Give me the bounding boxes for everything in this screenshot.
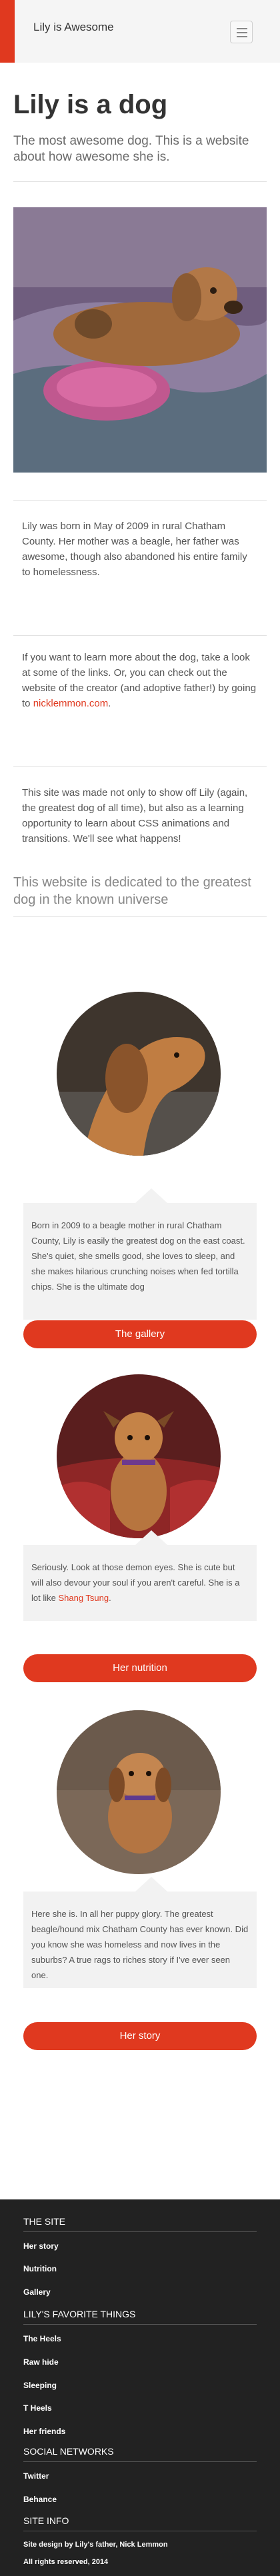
divider (13, 500, 267, 501)
dedication-heading: This website is dedicated to the greates… (13, 875, 251, 907)
dog-portrait-circle (57, 1374, 221, 1538)
shang-tsung-link[interactable]: Shang Tsung (58, 1593, 109, 1603)
info-card: Born in 2009 to a beagle mother in rural… (23, 1188, 257, 1320)
card-text: Born in 2009 to a beagle mother in rural… (31, 1220, 245, 1292)
nutrition-button[interactable]: Her nutrition (23, 1654, 257, 1682)
footer-divider (23, 2324, 257, 2325)
site-footer: THE SITE Her story Nutrition Gallery LIL… (0, 2199, 280, 2576)
intro-paragraph: Lily was born in May of 2009 in rural Ch… (22, 521, 247, 578)
card-notch (135, 1530, 167, 1545)
info-card: Here she is. In all her puppy glory. The… (23, 1877, 257, 1988)
dog-portrait-circle (57, 992, 221, 1156)
footer-link-favorite[interactable]: T Heels (23, 2403, 52, 2413)
hero-dog-photo (13, 207, 267, 473)
footer-heading: SOCIAL NETWORKS (23, 2446, 114, 2457)
footer-link-favorite[interactable]: Her friends (23, 2427, 65, 2436)
card-notch (135, 1188, 167, 1203)
footer-heading: THE SITE (23, 2216, 66, 2227)
footer-copyright: All rights reserved, 2014 (23, 2558, 109, 2566)
dog-portrait-circle (57, 1710, 221, 1874)
footer-credit: Site design by Lily's father, Nick Lemmo… (23, 2541, 168, 2549)
page-title: Lily is a dog (13, 90, 168, 119)
divider (13, 916, 267, 917)
footer-link-favorite[interactable]: Raw hide (23, 2357, 59, 2367)
page-subtitle: The most awesome dog. This is a website … (13, 134, 249, 164)
divider (13, 181, 267, 182)
menu-toggle-button[interactable] (230, 21, 253, 43)
footer-link-gallery[interactable]: Gallery (23, 2287, 51, 2297)
footer-link-twitter[interactable]: Twitter (23, 2471, 49, 2481)
top-navbar: Lily is Awesome (0, 0, 280, 63)
info-card: Seriously. Look at those demon eyes. She… (23, 1530, 257, 1621)
footer-link-nutrition[interactable]: Nutrition (23, 2264, 57, 2273)
intro-paragraph: This site was made not only to show off … (22, 787, 248, 844)
footer-link-behance[interactable]: Behance (23, 2495, 57, 2504)
site-brand-link[interactable]: Lily is Awesome (33, 21, 114, 34)
footer-link-favorite[interactable]: The Heels (23, 2334, 61, 2343)
gallery-button[interactable]: The gallery (23, 1320, 257, 1348)
footer-divider (23, 2461, 257, 2462)
brand-accent-stripe (0, 0, 15, 63)
intro-text: . (108, 698, 111, 709)
card-text-part: . (109, 1593, 111, 1603)
footer-heading: LILY'S FAVORITE THINGS (23, 2309, 136, 2319)
card-notch (135, 1877, 167, 1892)
footer-heading: SITE INFO (23, 2515, 69, 2526)
footer-divider (23, 2231, 257, 2232)
divider (13, 766, 267, 767)
divider (13, 635, 267, 636)
creator-website-link[interactable]: nicklemmon.com (33, 698, 109, 709)
footer-link-favorite[interactable]: Sleeping (23, 2381, 57, 2390)
story-button[interactable]: Her story (23, 2022, 257, 2050)
footer-link-her-story[interactable]: Her story (23, 2241, 59, 2251)
card-text: Seriously. Look at those demon eyes. She… (31, 1560, 249, 1606)
card-text: Here she is. In all her puppy glory. The… (31, 1909, 249, 1980)
intro-paragraph: If you want to learn more about the dog,… (22, 650, 257, 711)
